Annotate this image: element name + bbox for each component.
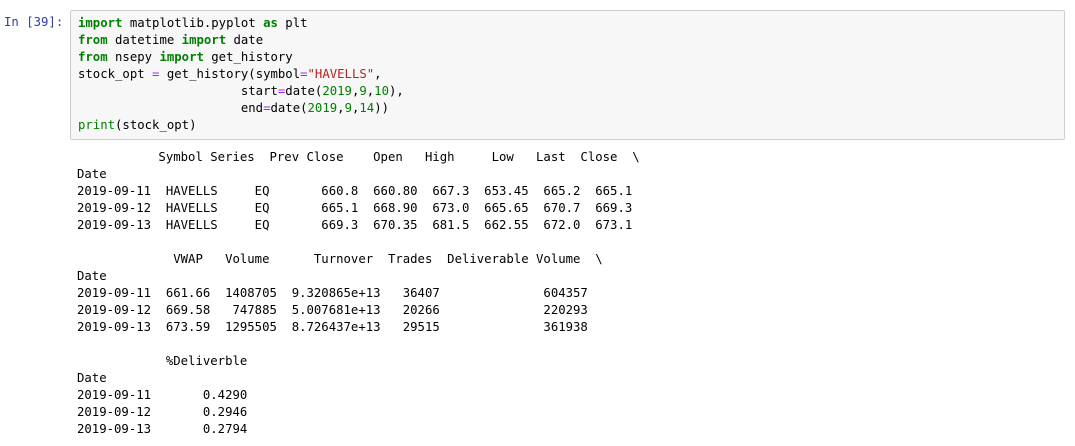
output-line: 2019-09-12 669.58 747885 5.007681e+13 20…	[77, 303, 588, 317]
code-token: print	[78, 118, 116, 132]
output-line: 2019-09-13 673.59 1295505 8.726437e+13 2…	[77, 320, 588, 334]
cell-output: Symbol Series Prev Close Open High Low L…	[77, 149, 640, 438]
code-token: start	[78, 84, 278, 98]
output-line: Date	[77, 167, 107, 181]
code-line: stock_opt = get_history(symbol="HAVELLS"…	[78, 66, 404, 83]
code-line: from nsepy import get_history	[78, 49, 404, 66]
output-line: 2019-09-11 661.66 1408705 9.320865e+13 3…	[77, 286, 588, 300]
code-line: from datetime import date	[78, 32, 404, 49]
code-token: nsepy	[107, 50, 160, 64]
code-token: from	[78, 50, 108, 64]
code-token: 9	[344, 101, 352, 115]
code-token: import	[78, 16, 123, 30]
code-token: stock_opt	[78, 67, 153, 81]
code-token: date	[226, 33, 264, 47]
code-token: ),	[388, 84, 404, 98]
input-prompt: In [39]:	[4, 15, 64, 29]
code-line: print(stock_opt)	[78, 117, 404, 134]
output-line: 2019-09-13 0.2794	[77, 422, 248, 436]
output-line: Date	[77, 371, 107, 385]
code-line: end=date(2019,9,14))	[78, 100, 404, 117]
output-line: 2019-09-12 0.2946	[77, 405, 248, 419]
code-token: "HAVELLS"	[307, 67, 375, 81]
code-token: plt	[277, 16, 308, 30]
code-token: ))	[374, 101, 389, 115]
code-token: 14	[359, 101, 375, 115]
output-line: 2019-09-11 HAVELLS EQ 660.8 660.80 667.3…	[77, 184, 633, 198]
code-token: get_history(symbol	[159, 67, 301, 81]
code-token: 9	[359, 84, 367, 98]
code-token: end	[78, 101, 264, 115]
code-token: date(	[270, 101, 308, 115]
output-line: 2019-09-13 HAVELLS EQ 669.3 670.35 681.5…	[77, 218, 633, 232]
output-line: Symbol Series Prev Close Open High Low L…	[77, 150, 640, 164]
code-cell-editor[interactable]: import matplotlib.pyplot as plt from date…	[70, 10, 1065, 140]
code-line: import matplotlib.pyplot as plt	[78, 15, 404, 32]
code-token: datetime	[107, 33, 182, 47]
code-token: import	[181, 33, 227, 47]
code-token: 10	[374, 84, 389, 98]
code-token: (stock_opt)	[115, 118, 197, 132]
code-token: ,	[374, 67, 382, 81]
code-block[interactable]: import matplotlib.pyplot as plt from date…	[78, 15, 404, 134]
code-token: date(	[285, 84, 323, 98]
code-token: matplotlib.pyplot	[122, 16, 264, 30]
notebook-page: In [39]: import matplotlib.pyplot as plt…	[0, 0, 1075, 446]
code-token: =	[263, 101, 271, 115]
output-line: 2019-09-12 HAVELLS EQ 665.1 668.90 673.0…	[77, 201, 633, 215]
code-token: 2019	[322, 84, 352, 98]
code-token: from	[78, 33, 108, 47]
output-line: %Deliverble	[77, 354, 248, 368]
output-line: Date	[77, 269, 107, 283]
output-line: 2019-09-11 0.4290	[77, 388, 248, 402]
code-token: ,	[337, 101, 345, 115]
code-token: as	[263, 16, 278, 30]
code-token: 2019	[307, 101, 338, 115]
output-line: VWAP Volume Turnover Trades Deliverable …	[77, 252, 603, 266]
code-token: get_history	[203, 50, 293, 64]
code-line: start=date(2019,9,10),	[78, 83, 404, 100]
code-token: import	[159, 50, 204, 64]
code-token: =	[300, 67, 308, 81]
